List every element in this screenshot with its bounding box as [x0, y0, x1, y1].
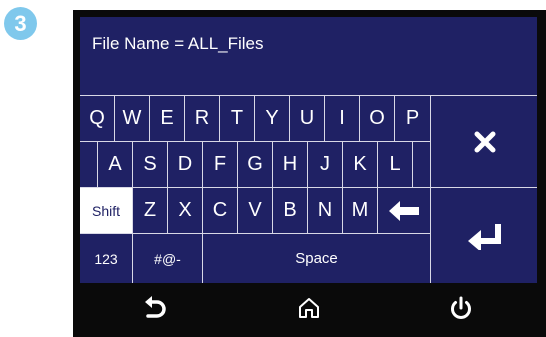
key-spacer-right: [413, 142, 430, 187]
enter-button[interactable]: [431, 188, 537, 283]
key-r[interactable]: R: [185, 96, 220, 141]
key-a[interactable]: A: [98, 142, 133, 187]
key-f[interactable]: F: [203, 142, 238, 187]
key-i[interactable]: I: [325, 96, 360, 141]
key-h[interactable]: H: [273, 142, 308, 187]
numbers-key[interactable]: 123: [80, 234, 133, 283]
back-button[interactable]: [125, 283, 185, 333]
key-v[interactable]: V: [238, 188, 273, 233]
power-icon: [451, 296, 471, 319]
home-button[interactable]: [279, 283, 339, 333]
keyboard-row-2: A S D F G H J K L: [80, 142, 430, 188]
keyboard-row-4: 123 #@- Space: [80, 234, 430, 283]
key-o[interactable]: O: [360, 96, 395, 141]
key-p[interactable]: P: [395, 96, 430, 141]
key-spacer-left: [80, 142, 98, 187]
key-g[interactable]: G: [238, 142, 273, 187]
space-key[interactable]: Space: [203, 234, 430, 283]
power-button[interactable]: [431, 283, 491, 333]
key-q[interactable]: Q: [80, 96, 115, 141]
enter-icon: [467, 223, 501, 250]
key-e[interactable]: E: [150, 96, 185, 141]
key-l[interactable]: L: [378, 142, 413, 187]
keyboard-row-1: Q W E R T Y U I O P: [80, 96, 430, 142]
key-t[interactable]: T: [220, 96, 255, 141]
shift-key[interactable]: Shift: [80, 188, 133, 233]
key-u[interactable]: U: [290, 96, 325, 141]
clear-button[interactable]: [431, 96, 537, 188]
keyboard-action-panel: [430, 96, 537, 283]
key-z[interactable]: Z: [133, 188, 168, 233]
left-arrow-icon: [389, 200, 419, 221]
bottom-navigation-bar: [80, 283, 537, 333]
key-j[interactable]: J: [308, 142, 343, 187]
home-icon: [299, 298, 319, 318]
file-name-value: ALL_Files: [187, 34, 264, 53]
key-d[interactable]: D: [168, 142, 203, 187]
key-k[interactable]: K: [343, 142, 378, 187]
symbols-key[interactable]: #@-: [133, 234, 203, 283]
key-x[interactable]: X: [168, 188, 203, 233]
file-name-display[interactable]: File Name = ALL_Files: [80, 17, 537, 96]
step-badge: 3: [4, 7, 37, 40]
key-s[interactable]: S: [133, 142, 168, 187]
key-n[interactable]: N: [308, 188, 343, 233]
back-arrow-icon: [145, 296, 166, 318]
close-icon: [474, 131, 495, 152]
touch-screen: File Name = ALL_Files Q W E R T Y U I O …: [80, 17, 537, 283]
key-m[interactable]: M: [343, 188, 378, 233]
file-name-separator: =: [169, 34, 188, 53]
keyboard-row-3: Shift Z X C V B N M: [80, 188, 430, 234]
key-c[interactable]: C: [203, 188, 238, 233]
backspace-key[interactable]: [378, 188, 430, 233]
key-w[interactable]: W: [115, 96, 150, 141]
on-screen-keyboard: Q W E R T Y U I O P A S D F G H J K L Sh…: [80, 96, 430, 283]
key-y[interactable]: Y: [255, 96, 290, 141]
file-name-label: File Name: [92, 34, 170, 53]
key-b[interactable]: B: [273, 188, 308, 233]
